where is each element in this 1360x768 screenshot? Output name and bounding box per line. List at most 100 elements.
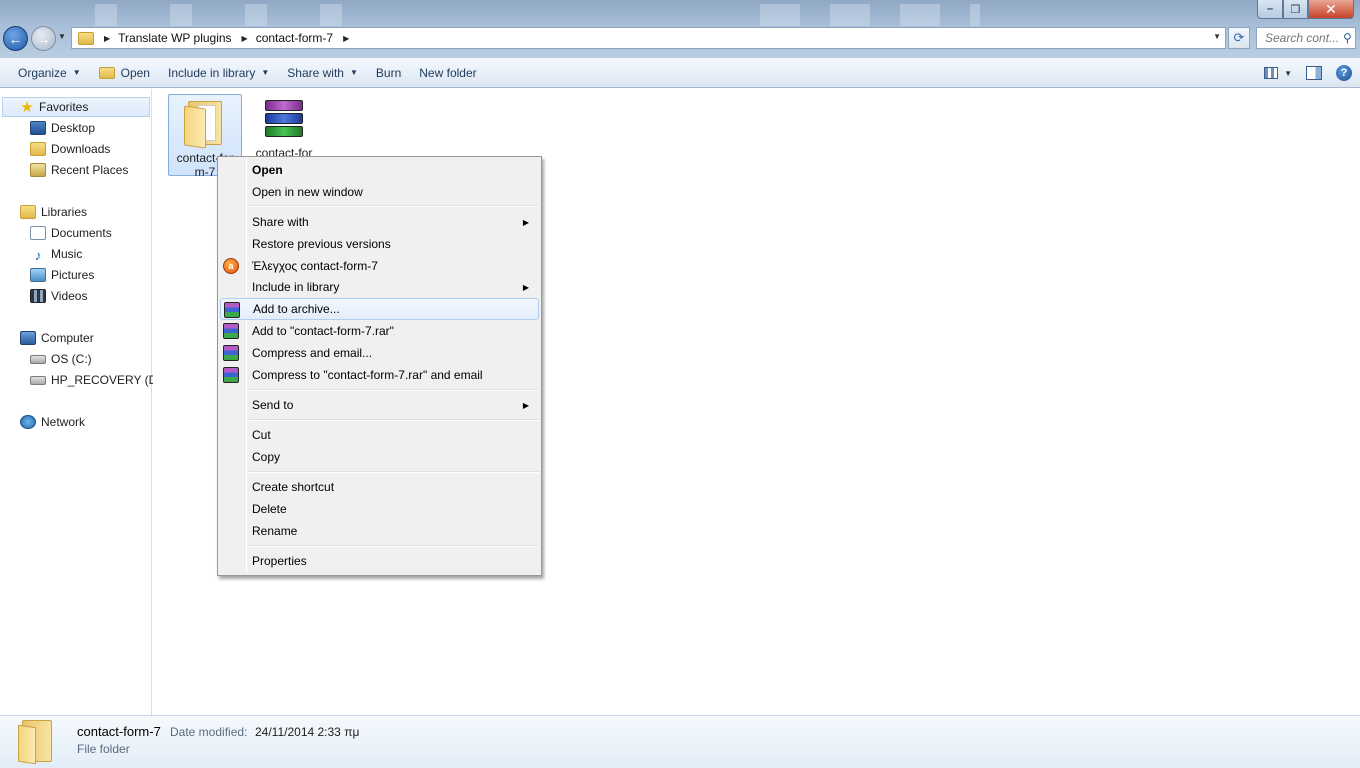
search-box[interactable]: ⚲ (1256, 27, 1356, 49)
minimize-button[interactable]: – (1257, 0, 1283, 19)
menu-item-add-to-archive[interactable]: Add to archive... (220, 298, 539, 320)
menu-separator (249, 545, 539, 547)
sidebar-item-desktop[interactable]: Desktop (30, 118, 95, 138)
menu-item-cut[interactable]: Cut (220, 424, 539, 446)
pictures-icon (30, 268, 46, 282)
back-button[interactable]: ← (3, 26, 28, 51)
address-bar[interactable]: ▶ Translate WP plugins ▶ contact-form-7 … (71, 27, 1226, 49)
sidebar-item-downloads[interactable]: Downloads (30, 139, 110, 159)
menu-item-label: Restore previous versions (252, 237, 391, 251)
refresh-button[interactable]: ⟳ (1228, 27, 1250, 49)
sidebar-item-music[interactable]: ♪ Music (30, 244, 83, 264)
menu-item-label: Rename (252, 524, 298, 538)
menu-item-label: Properties (252, 554, 307, 568)
new-folder-button[interactable]: New folder (410, 58, 485, 88)
menu-item-delete[interactable]: Delete (220, 498, 539, 520)
sidebar-item-documents[interactable]: Documents (30, 223, 112, 243)
breadcrumb-translate-wp-plugins[interactable]: Translate WP plugins (118, 31, 231, 45)
search-icon[interactable]: ⚲ (1343, 31, 1352, 45)
open-label: Open (120, 65, 150, 80)
menu-item-label: Add to "contact-form-7.rar" (252, 324, 394, 338)
view-dropdown-icon[interactable]: ▼ (1284, 69, 1292, 78)
menu-item-copy[interactable]: Copy (220, 446, 539, 468)
navigation-pane: ★ Favorites Desktop Downloads Recent Pla… (0, 89, 165, 715)
open-button[interactable]: Open (90, 58, 159, 88)
desktop-icon (30, 121, 46, 135)
maximize-button[interactable]: ❐ (1283, 0, 1308, 19)
burn-button[interactable]: Burn (367, 58, 410, 88)
forward-button[interactable]: → (31, 26, 56, 51)
details-type: File folder (77, 742, 130, 756)
menu-item-restore-previous-versions[interactable]: Restore previous versions (220, 233, 539, 255)
background-blur (760, 4, 980, 26)
breadcrumb-arrow-icon[interactable]: ▶ (343, 34, 349, 43)
chevron-down-icon: ▼ (261, 68, 270, 77)
star-icon: ★ (20, 99, 34, 116)
menu-item-label: Send to (252, 398, 294, 412)
share-with-button[interactable]: Share with ▼ (278, 58, 367, 88)
menu-item-add-to-rar[interactable]: Add to "contact-form-7.rar" (220, 320, 539, 342)
menu-item-include-in-library[interactable]: Include in library ▶ (220, 276, 539, 298)
recent-places-icon (30, 163, 46, 177)
menu-separator (249, 471, 539, 473)
sidebar-item-hp-recovery[interactable]: HP_RECOVERY (D:) (30, 370, 165, 390)
include-in-library-button[interactable]: Include in library ▼ (159, 58, 278, 88)
sidebar-item-label: Music (51, 247, 83, 261)
menu-separator (249, 389, 539, 391)
context-menu: Open Open in new window Share with ▶ Rest… (217, 156, 542, 576)
sidebar-item-label: Network (41, 415, 86, 429)
sidebar-item-computer[interactable]: Computer (20, 328, 94, 348)
sidebar-item-videos[interactable]: Videos (30, 286, 87, 306)
sidebar-item-network[interactable]: Network (20, 412, 85, 432)
sidebar-item-libraries[interactable]: Libraries (20, 202, 87, 222)
menu-item-label: Include in library (252, 280, 340, 294)
rar-archive-icon (263, 100, 305, 140)
menu-item-label: Open (252, 163, 283, 177)
preview-pane-icon[interactable] (1306, 66, 1322, 80)
toolbar-right: ▼ ? (1264, 58, 1352, 88)
menu-item-rename[interactable]: Rename (220, 520, 539, 542)
menu-item-label: Open in new window (252, 185, 363, 199)
sidebar-item-label: HP_RECOVERY (D:) (51, 373, 165, 387)
sidebar-item-favorites[interactable]: ★ Favorites (2, 97, 150, 117)
sidebar-item-label: Downloads (51, 142, 111, 156)
sidebar-item-label: Desktop (51, 121, 96, 135)
address-dropdown-icon[interactable]: ▼ (1213, 32, 1221, 41)
computer-icon (20, 331, 36, 345)
libraries-icon (20, 205, 36, 219)
menu-item-open-new-window[interactable]: Open in new window (220, 181, 539, 203)
menu-separator (249, 419, 539, 421)
downloads-icon (30, 142, 46, 156)
close-button[interactable]: ✕ (1308, 0, 1354, 19)
menu-separator (249, 205, 539, 207)
help-icon[interactable]: ? (1336, 65, 1352, 81)
sidebar-item-pictures[interactable]: Pictures (30, 265, 94, 285)
menu-item-open[interactable]: Open (220, 159, 539, 181)
menu-item-compress-to-rar-and-email[interactable]: Compress to "contact-form-7.rar" and ema… (220, 364, 539, 386)
open-folder-icon (98, 66, 115, 79)
menu-item-label: Έλεγχος contact-form-7 (252, 259, 378, 273)
network-icon (20, 415, 36, 429)
sidebar-item-label: Computer (41, 331, 94, 345)
change-view-icon[interactable] (1264, 67, 1279, 79)
menu-item-properties[interactable]: Properties (220, 550, 539, 572)
menu-item-create-shortcut[interactable]: Create shortcut (220, 476, 539, 498)
share-with-label: Share with (287, 65, 344, 80)
sidebar-item-label: Documents (51, 226, 112, 240)
menu-item-share-with[interactable]: Share with ▶ (220, 211, 539, 233)
breadcrumb-arrow-icon[interactable]: ▶ (104, 34, 110, 43)
recent-pages-dropdown[interactable]: ▼ (58, 32, 66, 41)
menu-item-check[interactable]: a Έλεγχος contact-form-7 (220, 255, 539, 277)
organize-button[interactable]: Organize ▼ (9, 58, 90, 88)
sidebar-item-os-c[interactable]: OS (C:) (30, 349, 92, 369)
breadcrumb-contact-form-7[interactable]: contact-form-7 (256, 31, 333, 45)
command-bar: Organize ▼ Open Include in library ▼ Share… (0, 58, 1360, 88)
antivirus-icon: a (223, 258, 239, 274)
breadcrumb-arrow-icon[interactable]: ▶ (242, 34, 248, 43)
search-input[interactable] (1265, 31, 1343, 45)
menu-item-compress-and-email[interactable]: Compress and email... (220, 342, 539, 364)
menu-item-label: Add to archive... (253, 302, 340, 316)
menu-item-send-to[interactable]: Send to ▶ (220, 394, 539, 416)
documents-icon (30, 226, 46, 240)
sidebar-item-recent-places[interactable]: Recent Places (30, 160, 128, 180)
